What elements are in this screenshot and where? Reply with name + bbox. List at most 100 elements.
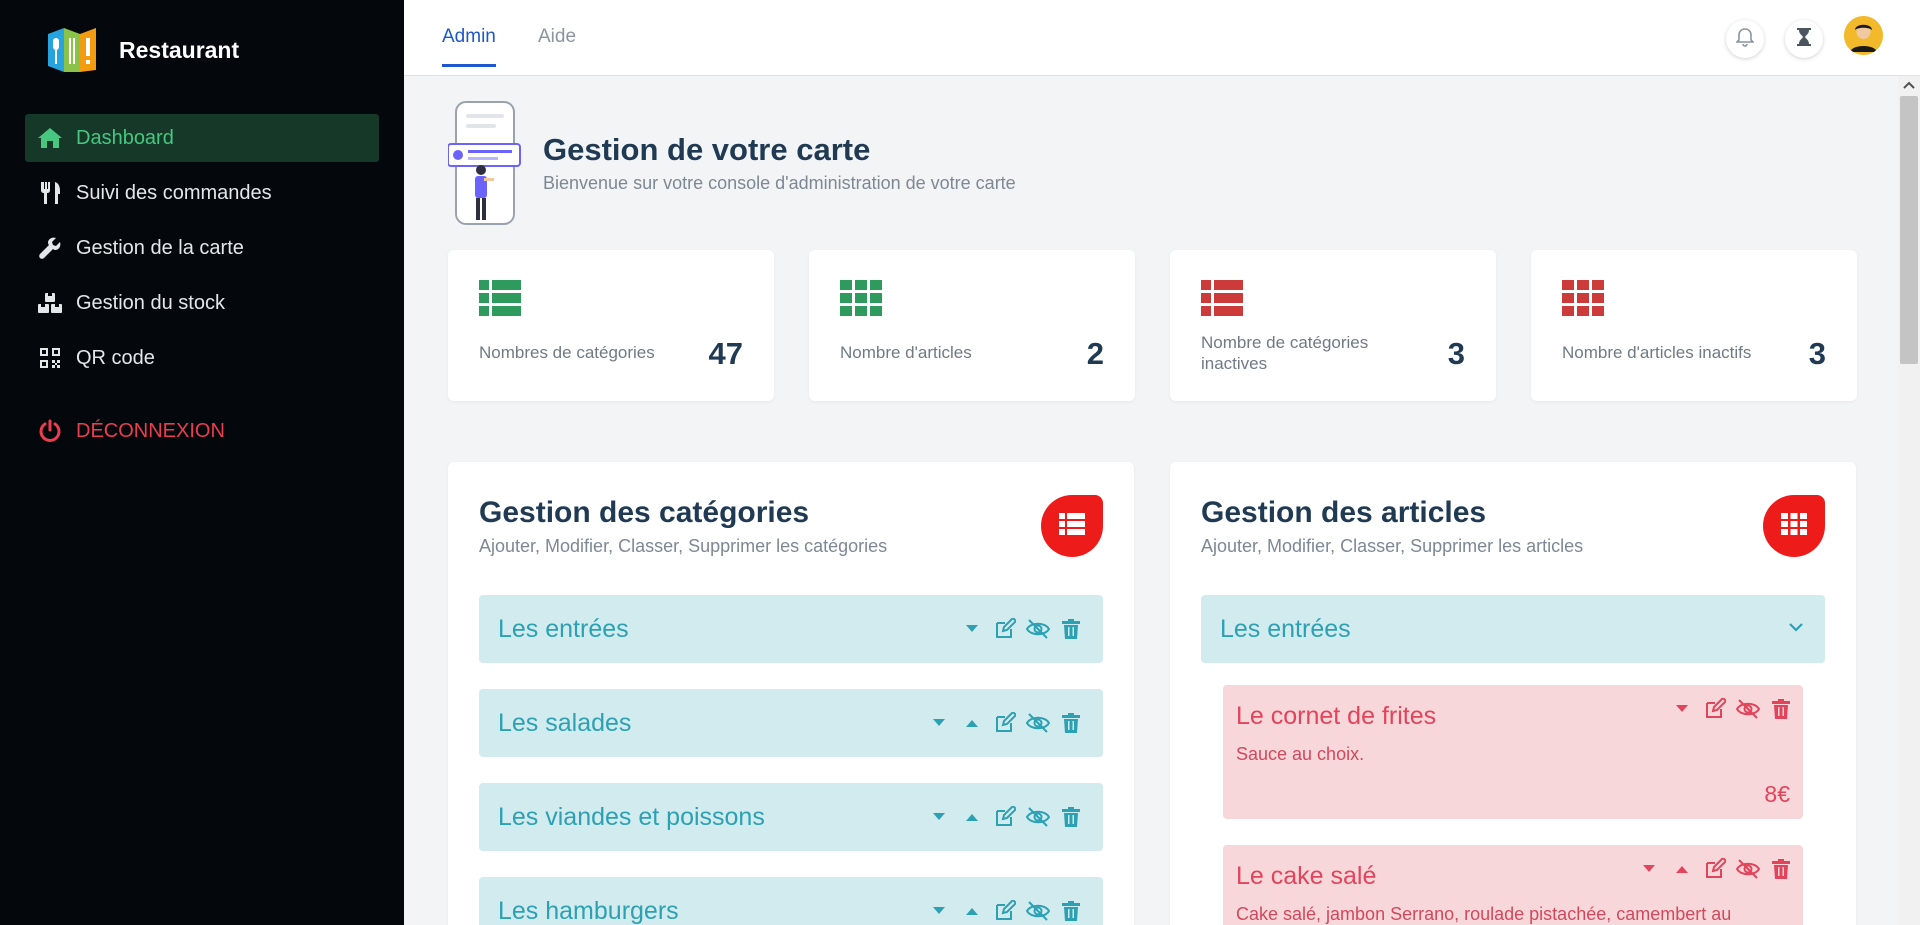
grid-icon: [1562, 280, 1604, 321]
sidebar-item-orders[interactable]: Suivi des commandes: [25, 169, 379, 217]
category-label: Les entrées: [1220, 615, 1351, 643]
tab-admin[interactable]: Admin: [442, 26, 496, 67]
brand[interactable]: Restaurant: [44, 24, 239, 76]
grid-icon: [1781, 512, 1807, 540]
hide-icon[interactable]: [1026, 711, 1050, 735]
stat-card-articles: Nombre d'articles 2: [809, 250, 1135, 401]
category-row[interactable]: Les salades: [479, 689, 1103, 757]
stat-card-inactive-articles: Nombre d'articles inactifs 3: [1531, 250, 1857, 401]
hide-icon[interactable]: [1736, 857, 1760, 881]
category-row[interactable]: Les hamburgers: [479, 877, 1103, 925]
sidebar-item-qrcode[interactable]: QR code: [25, 334, 379, 382]
category-label: Les hamburgers: [498, 897, 679, 925]
stat-value: 3: [1808, 336, 1826, 371]
article-card[interactable]: Le cake salé Cake salé, jambon Serrano, …: [1223, 845, 1803, 925]
caret-up-icon[interactable]: [960, 805, 984, 829]
articles-panel: Gestion des articles Ajouter, Modifier, …: [1170, 462, 1856, 925]
sidebar-item-label: QR code: [76, 346, 155, 369]
stat-value: 3: [1447, 336, 1465, 371]
qrcode-icon: [35, 345, 65, 371]
sidebar-item-stock[interactable]: Gestion du stock: [25, 279, 379, 327]
article-title: Le cake salé: [1236, 862, 1377, 890]
add-category-button[interactable]: [1041, 495, 1103, 557]
caret-down-icon[interactable]: [927, 805, 951, 829]
main-content: Gestion de votre carte Bienvenue sur vot…: [404, 76, 1898, 925]
utensils-icon: [35, 180, 65, 206]
edit-icon[interactable]: [1703, 697, 1727, 721]
article-description: Cake salé, jambon Serrano, roulade pista…: [1236, 904, 1732, 924]
notifications-button[interactable]: [1726, 20, 1764, 58]
scroll-up-icon[interactable]: [1898, 78, 1920, 92]
category-row[interactable]: Les viandes et poissons: [479, 783, 1103, 851]
trash-icon[interactable]: [1769, 697, 1793, 721]
stat-value: 47: [708, 336, 743, 371]
edit-icon[interactable]: [993, 617, 1017, 641]
hide-icon[interactable]: [1026, 805, 1050, 829]
app-name: Restaurant: [119, 36, 240, 63]
sidebar: Restaurant Dashboard Suivi des commandes…: [0, 0, 404, 925]
trash-icon[interactable]: [1059, 617, 1083, 641]
panel-subtitle: Ajouter, Modifier, Classer, Supprimer le…: [1201, 536, 1584, 556]
stat-label: Nombres de catégories: [479, 343, 655, 362]
power-icon: [35, 418, 65, 444]
trash-icon[interactable]: [1059, 711, 1083, 735]
sidebar-nav: Dashboard Suivi des commandes Gestion de…: [25, 114, 379, 462]
edit-icon[interactable]: [1703, 857, 1727, 881]
trash-icon[interactable]: [1059, 805, 1083, 829]
category-actions: [960, 617, 1083, 641]
stat-label: Nombre d'articles inactifs: [1562, 343, 1752, 362]
stat-value: 2: [1086, 336, 1104, 371]
restaurant-logo-icon: [44, 24, 98, 76]
caret-up-icon[interactable]: [1670, 857, 1694, 881]
trash-icon[interactable]: [1769, 857, 1793, 881]
category-actions: [927, 899, 1083, 923]
hide-icon[interactable]: [1026, 899, 1050, 923]
phone-illustration-icon: [447, 100, 522, 228]
chevron-down-icon[interactable]: [1789, 619, 1803, 637]
grid-icon: [840, 280, 882, 321]
list-icon: [479, 280, 521, 321]
hide-icon[interactable]: [1026, 617, 1050, 641]
logout-button[interactable]: DÉCONNEXION: [25, 407, 379, 455]
sidebar-item-menu-management[interactable]: Gestion de la carte: [25, 224, 379, 272]
caret-down-icon[interactable]: [927, 899, 951, 923]
article-actions: [1637, 857, 1793, 881]
stat-label: Nombre de catégories inactives: [1201, 332, 1369, 373]
avatar[interactable]: [1844, 16, 1883, 55]
add-article-button[interactable]: [1763, 495, 1825, 557]
caret-up-icon[interactable]: [960, 711, 984, 735]
category-label: Les viandes et poissons: [498, 803, 765, 831]
page-title: Gestion de votre carte: [543, 132, 871, 167]
article-description: Sauce au choix.: [1236, 744, 1365, 764]
sidebar-item-label: Dashboard: [76, 126, 174, 149]
home-icon: [35, 125, 65, 151]
stat-label: Nombre d'articles: [840, 343, 972, 362]
caret-down-icon[interactable]: [1670, 697, 1694, 721]
caret-up-icon[interactable]: [960, 899, 984, 923]
article-price: 8€: [1764, 781, 1790, 807]
caret-down-icon[interactable]: [960, 617, 984, 641]
caret-down-icon[interactable]: [927, 711, 951, 735]
edit-icon[interactable]: [993, 711, 1017, 735]
sidebar-item-dashboard[interactable]: Dashboard: [25, 114, 379, 162]
article-title: Le cornet de frites: [1236, 702, 1437, 730]
panel-subtitle: Ajouter, Modifier, Classer, Supprimer le…: [479, 536, 888, 556]
edit-icon[interactable]: [993, 899, 1017, 923]
article-card[interactable]: Le cornet de frites Sauce au choix. 8€: [1223, 685, 1803, 819]
sidebar-item-label: Gestion du stock: [76, 291, 225, 314]
history-button[interactable]: [1785, 20, 1823, 58]
boxes-icon: [35, 290, 65, 316]
category-actions: [927, 805, 1083, 829]
hide-icon[interactable]: [1736, 697, 1760, 721]
trash-icon[interactable]: [1059, 899, 1083, 923]
caret-down-icon[interactable]: [1637, 857, 1661, 881]
category-label: Les salades: [498, 709, 632, 737]
edit-icon[interactable]: [993, 805, 1017, 829]
tab-aide[interactable]: Aide: [538, 26, 576, 48]
category-row[interactable]: Les entrées: [479, 595, 1103, 663]
bell-icon: [1735, 27, 1755, 52]
list-icon: [1059, 512, 1085, 540]
page-subtitle: Bienvenue sur votre console d'administra…: [543, 173, 1016, 193]
article-category-header[interactable]: Les entrées: [1201, 595, 1825, 663]
scrollbar-thumb[interactable]: [1900, 96, 1918, 364]
